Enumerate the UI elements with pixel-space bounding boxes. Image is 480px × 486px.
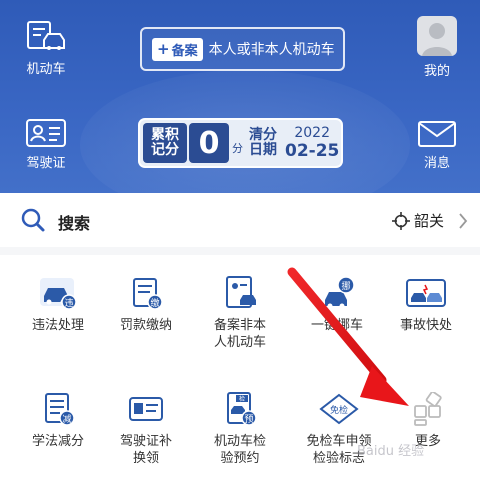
clear-date-year: 2022 [294, 125, 330, 141]
clear-label-line1: 清分 [249, 127, 277, 143]
service-label: 违法处理 [31, 318, 84, 333]
service-label-line2: 人机动车 [213, 335, 266, 350]
service-inspection[interactable]: 检 预 机动车检 验预约 [192, 392, 288, 467]
license-card-icon [26, 119, 66, 147]
study-badge: 减 [62, 413, 71, 425]
fine-scroll-icon: 缴 [133, 278, 163, 310]
score-value: 0 [189, 123, 229, 163]
score-label: 累积 记分 [143, 123, 187, 163]
service-label-line1: 备案非本 [213, 318, 266, 333]
score-unit: 分 [232, 142, 243, 155]
vehicle-label: 机动车 [26, 62, 66, 77]
chevron-right-icon[interactable] [458, 212, 468, 230]
message-label: 消息 [423, 156, 450, 171]
mail-icon [418, 121, 456, 147]
location-label[interactable]: 韶关 [414, 210, 444, 231]
service-label-line2: 换领 [132, 451, 159, 466]
message-entry[interactable]: 消息 [412, 120, 462, 171]
search-icon [21, 208, 45, 232]
accident-icon [406, 279, 446, 307]
clear-date: 2022 02-25 [285, 125, 339, 161]
score-label-line2: 记分 [151, 142, 179, 158]
clear-date-day: 02-25 [285, 141, 340, 161]
service-violation[interactable]: 违 违法处理 [10, 276, 106, 334]
exempt-badge: 免检 [330, 404, 348, 416]
study-doc-icon: 减 [45, 393, 75, 426]
avatar-icon [417, 16, 457, 56]
move-car-icon: 挪 [325, 276, 355, 309]
inspection-doc-icon: 检 预 [227, 392, 257, 426]
vehicle-icon [27, 21, 65, 50]
service-move-car[interactable]: 挪 一键挪车 [289, 276, 385, 334]
service-label-line1: 机动车检 [213, 434, 266, 449]
backup-text: 本人或非本人机动车 [208, 42, 335, 58]
score-label-line1: 累积 [151, 127, 179, 143]
inspect-badge: 检 [239, 395, 245, 403]
license-entry[interactable]: 驾驶证 [18, 118, 74, 171]
service-label: 学法减分 [31, 434, 84, 449]
service-fine[interactable]: 缴 罚款缴纳 [98, 276, 194, 334]
clear-date-label: 清分 日期 [247, 128, 279, 158]
violation-badge: 违 [64, 298, 73, 309]
location-target-icon[interactable] [392, 212, 410, 230]
service-label-line2: 验预约 [220, 451, 260, 466]
service-label-line1: 驾驶证补 [119, 434, 172, 449]
more-grid-icon [414, 392, 442, 426]
license-label: 驾驶证 [26, 156, 66, 171]
inspect-appoint-badge: 预 [244, 414, 253, 425]
license-renew-icon [129, 397, 163, 421]
violation-car-icon: 违 [40, 278, 77, 310]
exempt-inspection-icon: 免检 [319, 393, 359, 425]
backup-doc-icon [226, 276, 256, 308]
service-label: 罚款缴纳 [119, 318, 172, 333]
vehicle-entry[interactable]: 机动车 [18, 20, 74, 77]
watermark: Baidu 经验 [357, 444, 425, 459]
service-label: 一键挪车 [310, 318, 363, 333]
service-backup-vehicle[interactable]: 备案非本 人机动车 [192, 276, 288, 351]
service-accident[interactable]: 事故快处 [378, 276, 474, 334]
backup-vehicle-button[interactable]: + 备案 本人或非本人机动车 [140, 27, 345, 71]
mine-label: 我的 [423, 64, 450, 79]
score-panel[interactable]: 累积 记分 0 分 清分 日期 2022 02-25 [138, 118, 343, 168]
backup-badge-label: 备案 [171, 43, 198, 59]
move-badge: 挪 [341, 280, 350, 292]
service-license-renew[interactable]: 驾驶证补 换领 [98, 392, 194, 467]
service-study[interactable]: 减 学法减分 [10, 392, 106, 450]
search-bar[interactable]: 搜索 韶关 [0, 193, 480, 247]
plus-icon: + [157, 40, 170, 58]
service-label: 事故快处 [399, 318, 452, 333]
search-label: 搜索 [58, 214, 91, 233]
mine-entry[interactable]: 我的 [414, 16, 460, 79]
fine-badge: 缴 [150, 297, 159, 309]
clear-label-line2: 日期 [249, 142, 277, 158]
backup-badge: + 备案 [152, 37, 203, 61]
